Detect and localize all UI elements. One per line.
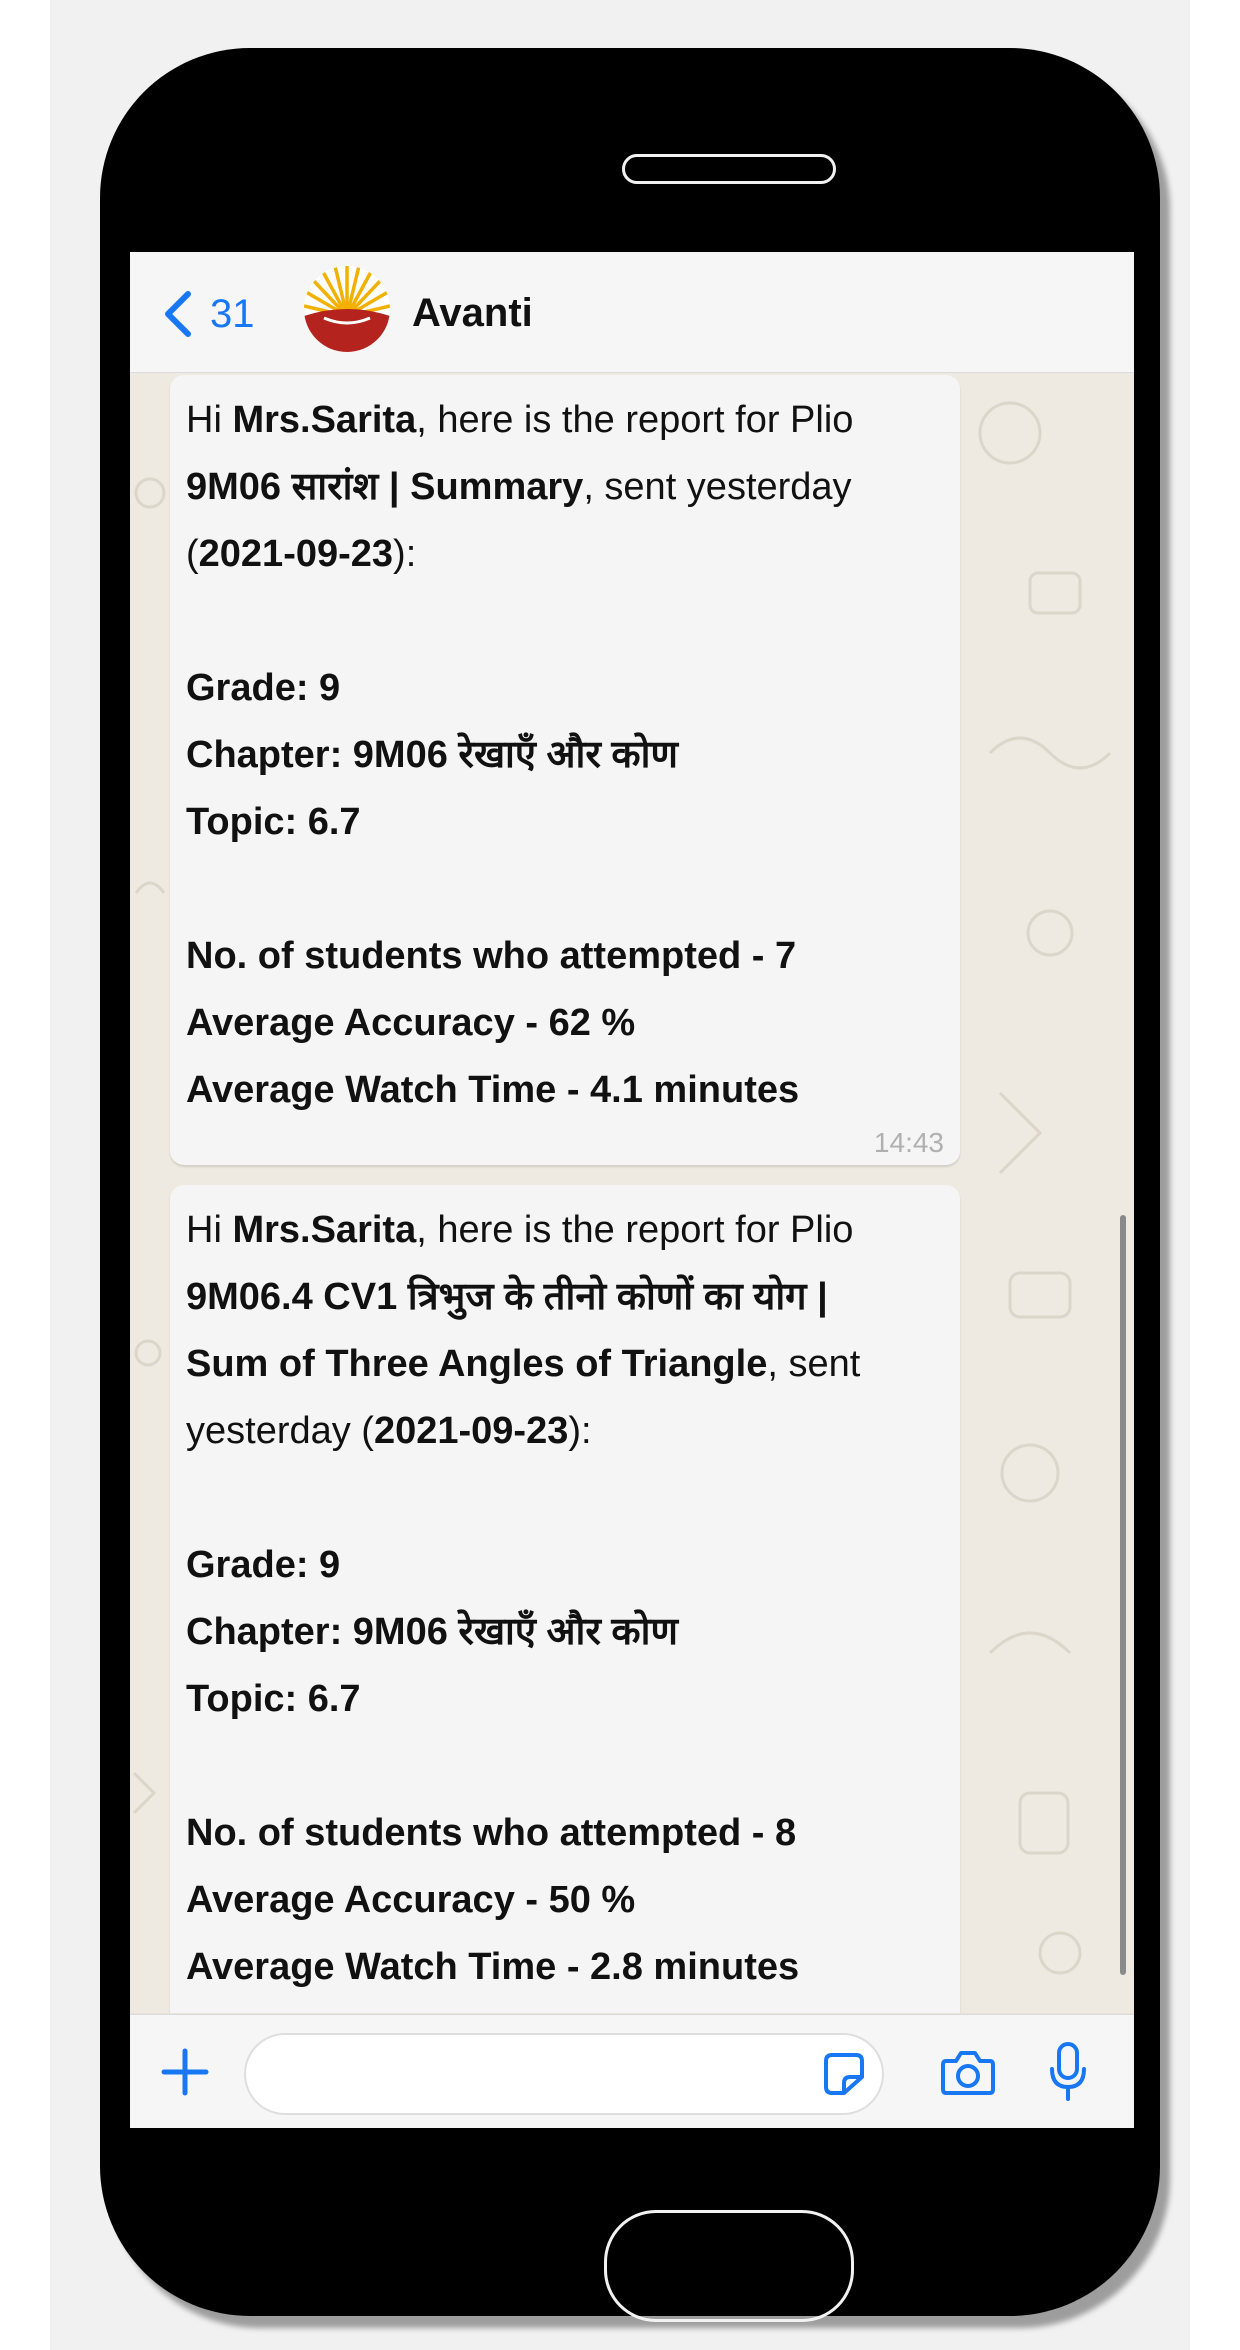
message-text-run: No. of students who attempted - 8 <box>186 1812 797 1854</box>
message-text-run: Average Accuracy - 50 % <box>186 1879 636 1921</box>
message-text-run: , here is the report for Plio <box>416 1209 854 1251</box>
message-text-run: 2021-09-23 <box>198 533 394 575</box>
message-text-run: yesterday ( <box>186 1410 374 1452</box>
message-text-run: 2021-09-23 <box>373 1410 569 1452</box>
message-line: Grade: 9 <box>186 655 944 722</box>
sticker-icon[interactable] <box>822 2051 866 2097</box>
message-text-run: Average Watch Time - 4.1 minutes <box>186 1069 800 1111</box>
message-text-run: , sent yesterday <box>583 466 852 508</box>
message-line: Average Accuracy - 62 % <box>186 990 944 1057</box>
message-line: Average Watch Time - 2.8 minutes <box>186 1934 944 2001</box>
message-text-run: Topic: 6.7 <box>186 1678 361 1720</box>
chat-header: 31 Avanti <box>130 252 1134 373</box>
message-text-run: ): <box>568 1410 592 1452</box>
chat-title[interactable]: Avanti <box>412 288 533 338</box>
plus-icon[interactable] <box>160 2047 210 2097</box>
message-line: Topic: 6.7 <box>186 789 944 856</box>
avatar[interactable] <box>304 266 390 352</box>
message-text-run: Sum of Three Angles of Triangle <box>186 1343 768 1385</box>
message-text: Hi Mrs.Sarita, here is the report for Pl… <box>186 1197 944 2001</box>
phone-screen: 31 Avanti Hi Mrs.Sarita, here is the rep… <box>130 252 1134 2128</box>
chat-scrollbar[interactable] <box>1120 1215 1126 1975</box>
message-line: Sum of Three Angles of Triangle, sent <box>186 1331 944 1398</box>
message-text-run: , sent <box>767 1343 861 1385</box>
message-text-run: , here is the report for Plio <box>416 399 854 441</box>
message-text-run: Average Accuracy - 62 % <box>186 1002 636 1044</box>
message-line: Hi Mrs.Sarita, here is the report for Pl… <box>186 387 944 454</box>
message-line: (2021-09-23): <box>186 521 944 588</box>
message-line: Chapter: 9M06 रेखाएँ और कोण <box>186 1599 944 1666</box>
message-text-run: Chapter: 9M06 रेखाएँ और कोण <box>186 734 678 776</box>
message-line: 9M06 सारांश | Summary, sent yesterday <box>186 454 944 521</box>
phone-speaker <box>622 154 836 184</box>
message-timestamp: 14:43 <box>873 1127 944 1158</box>
message-line: Average Accuracy - 50 % <box>186 1867 944 1934</box>
message-text-run: Mrs.Sarita <box>232 1209 417 1251</box>
message-line: Topic: 6.7 <box>186 1666 944 1733</box>
message-line: yesterday (2021-09-23): <box>186 1398 944 1465</box>
message-line: 9M06.4 CV1 त्रिभुज के तीनो कोणों का योग … <box>186 1264 944 1331</box>
message-text-run: Grade: 9 <box>186 1544 341 1586</box>
microphone-icon[interactable] <box>1048 2041 1088 2103</box>
message-text-run: Mrs.Sarita <box>232 399 417 441</box>
message-text-run: ): <box>393 533 417 575</box>
message-line: No. of students who attempted - 8 <box>186 1800 944 1867</box>
message-text-run: 9M06 सारांश | Summary <box>186 466 584 508</box>
back-unread-count[interactable]: 31 <box>210 290 255 338</box>
message-text-run: Hi <box>186 399 233 441</box>
message-text-run: Topic: 6.7 <box>186 801 361 843</box>
home-button[interactable] <box>604 2210 854 2322</box>
message-text-run: 9M06.4 CV1 त्रिभुज के तीनो कोणों का योग … <box>186 1276 828 1318</box>
message-input[interactable] <box>244 2033 884 2115</box>
chat-area[interactable]: Hi Mrs.Sarita, here is the report for Pl… <box>130 373 1134 2013</box>
message-line: Chapter: 9M06 रेखाएँ और कोण <box>186 722 944 789</box>
message-text: Hi Mrs.Sarita, here is the report for Pl… <box>186 387 944 1124</box>
message-bubble[interactable]: Hi Mrs.Sarita, here is the report for Pl… <box>170 375 960 1165</box>
message-line: Average Watch Time - 4.1 minutes <box>186 1057 944 1124</box>
camera-icon[interactable] <box>940 2047 996 2097</box>
message-text-run: Average Watch Time - 2.8 minutes <box>186 1946 800 1988</box>
message-text-run: Chapter: 9M06 रेखाएँ और कोण <box>186 1611 678 1653</box>
message-line: Hi Mrs.Sarita, here is the report for Pl… <box>186 1197 944 1264</box>
message-line: No. of students who attempted - 7 <box>186 923 944 990</box>
message-composer <box>130 2014 1134 2128</box>
message-line: Grade: 9 <box>186 1532 944 1599</box>
message-text-run: Grade: 9 <box>186 667 341 709</box>
message-text-run: Hi <box>186 1209 233 1251</box>
chevron-left-icon[interactable] <box>160 290 194 338</box>
message-text-run: ( <box>186 533 199 575</box>
message-bubble[interactable]: Hi Mrs.Sarita, here is the report for Pl… <box>170 1185 960 2013</box>
message-text-run: No. of students who attempted - 7 <box>186 935 797 977</box>
